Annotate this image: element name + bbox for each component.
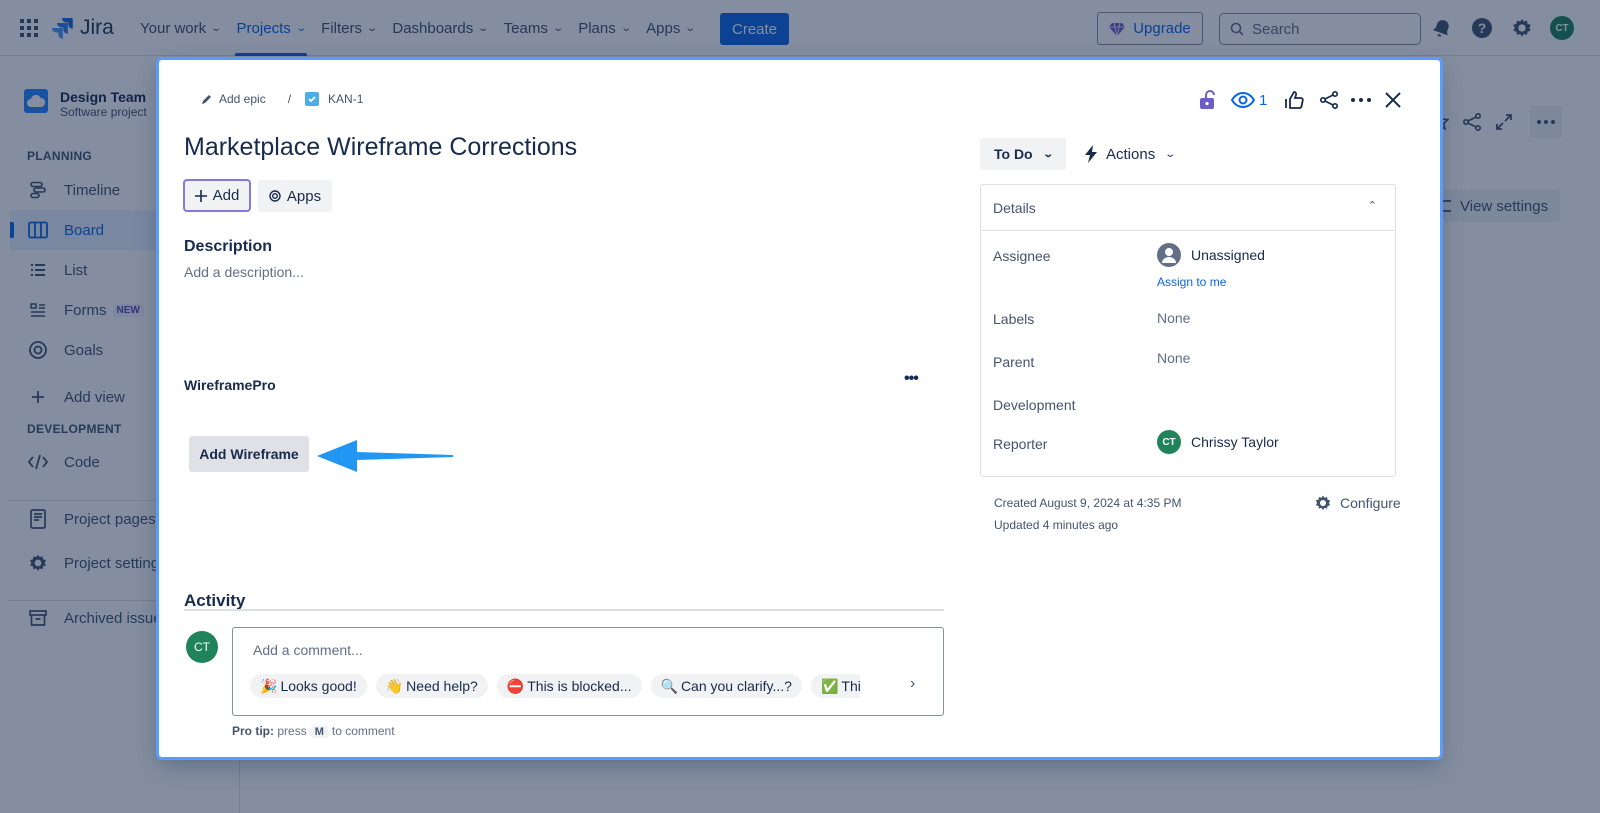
parent-value[interactable]: None — [1157, 350, 1190, 366]
add-label: Add — [212, 187, 240, 204]
apps-button[interactable]: Apps — [258, 180, 332, 212]
chip-label: This is blocked... — [527, 678, 632, 694]
quick-reply-looks-good[interactable]: 🎉 Looks good! — [250, 674, 367, 698]
chevron-right-icon[interactable]: › — [910, 675, 915, 693]
chip-label: Need help? — [406, 678, 478, 694]
eye-icon — [1231, 92, 1255, 108]
lock-icon[interactable] — [1197, 88, 1217, 112]
wireframepro-panel-title: WireframePro — [184, 377, 276, 393]
quick-reply-on-track[interactable]: ✅This is on track — [810, 674, 860, 698]
breadcrumb: Add epic / KAN-1 — [201, 92, 363, 106]
waving-hand-icon: 👋 — [385, 677, 404, 694]
breadcrumb-separator: / — [287, 92, 292, 106]
gear-icon — [1315, 495, 1331, 511]
labels-value[interactable]: None — [1157, 310, 1190, 326]
commenter-avatar: CT — [186, 631, 218, 663]
reporter-value: Chrissy Taylor — [1191, 434, 1279, 450]
reporter-avatar: CT — [1157, 430, 1181, 454]
lightning-icon — [1085, 145, 1097, 163]
activity-heading: Activity — [184, 591, 246, 610]
pencil-icon — [202, 95, 211, 104]
check-mark-icon: ✅ — [820, 677, 839, 694]
comment-placeholder: Add a comment... — [253, 642, 363, 658]
actions-label: Actions — [1106, 145, 1156, 163]
reporter-label: Reporter — [993, 436, 1048, 452]
assign-to-me-link[interactable]: Assign to me — [1157, 275, 1226, 289]
pro-tip: Pro tip: press Mto comment — [232, 724, 395, 738]
details-header[interactable]: Details ⌃ — [981, 185, 1395, 231]
assignee-label: Assignee — [993, 248, 1051, 264]
quick-reply-blocked[interactable]: ⛔ This is blocked... — [496, 674, 642, 698]
status-label: To Do — [993, 146, 1033, 162]
status-dropdown[interactable]: To Do ⌄ — [980, 138, 1066, 170]
chip-label: This is on track — [841, 678, 860, 694]
activity-divider — [184, 609, 944, 611]
wireframepro-more-icon[interactable]: ••• — [904, 370, 919, 388]
updated-date: Updated 4 minutes ago — [994, 518, 1119, 532]
created-date: Created August 9, 2024 at 4:35 PM — [994, 496, 1182, 510]
annotation-arrow-icon — [317, 440, 453, 472]
comment-input[interactable]: Add a comment... 🎉 Looks good! 👋 Need help… — [232, 627, 944, 716]
development-label: Development — [993, 397, 1076, 413]
magnifier-icon: 🔍 — [660, 677, 678, 694]
details-heading: Details — [993, 199, 1036, 216]
configure-button[interactable]: Configure — [1314, 494, 1401, 512]
party-popper-icon: 🎉 — [260, 677, 278, 694]
task-checkbox-icon — [305, 92, 320, 106]
assignee-field[interactable]: Unassigned — [1157, 243, 1265, 267]
plus-icon — [194, 189, 207, 202]
chevron-down-icon: ⌄ — [1041, 148, 1054, 160]
labels-label: Labels — [993, 311, 1035, 327]
description-heading: Description — [184, 238, 273, 255]
quick-reply-clarify[interactable]: 🔍 Can you clarify...? — [650, 674, 802, 698]
issue-timestamps: Created August 9, 2024 at 4:35 PM Update… — [994, 492, 1181, 536]
chip-label: Can you clarify...? — [680, 678, 792, 694]
issue-title[interactable]: Marketplace Wireframe Corrections — [184, 133, 577, 162]
pro-tip-label: Pro tip: — [232, 724, 274, 738]
watch-button[interactable]: 1 — [1231, 88, 1267, 112]
chevron-down-icon: ⌄ — [1164, 148, 1177, 160]
quick-reply-need-help[interactable]: 👋 Need help? — [375, 674, 488, 698]
reporter-field[interactable]: CT Chrissy Taylor — [1157, 430, 1279, 454]
close-icon[interactable] — [1381, 88, 1405, 112]
parent-label: Parent — [993, 354, 1035, 370]
add-wireframe-button[interactable]: Add Wireframe — [189, 436, 309, 472]
share-icon[interactable] — [1317, 88, 1341, 112]
pro-tip-text: to comment — [331, 724, 395, 738]
more-options-icon[interactable] — [1349, 88, 1373, 112]
chevron-up-icon[interactable]: ⌃ — [1368, 199, 1377, 212]
unassigned-avatar-icon — [1157, 243, 1181, 267]
add-button[interactable]: Add — [183, 179, 251, 212]
keyboard-shortcut: M — [310, 726, 328, 738]
issue-modal: Add epic / KAN-1 Marketplace Wireframe C… — [159, 60, 1440, 757]
assignee-value: Unassigned — [1191, 247, 1265, 263]
pro-tip-text: press — [277, 724, 307, 738]
apps-label: Apps — [286, 187, 322, 205]
watch-count: 1 — [1259, 91, 1268, 109]
quick-replies: 🎉 Looks good! 👋 Need help? ⛔ This is blocke… — [250, 674, 860, 698]
actions-dropdown[interactable]: Actions ⌄ — [1084, 138, 1177, 170]
add-epic-label: Add epic — [219, 92, 266, 106]
apps-icon — [269, 190, 281, 202]
description-field[interactable]: Add a description... — [184, 264, 304, 280]
add-epic-link[interactable]: Add epic — [201, 92, 266, 106]
issue-key-link[interactable]: KAN-1 — [305, 92, 363, 106]
chip-label: Looks good! — [280, 678, 357, 694]
configure-label: Configure — [1340, 495, 1401, 511]
issue-key: KAN-1 — [328, 92, 364, 106]
no-entry-icon: ⛔ — [506, 677, 525, 694]
like-icon[interactable] — [1283, 88, 1307, 112]
details-panel: Details ⌃ Assignee Unassigned Assign to … — [980, 184, 1396, 477]
